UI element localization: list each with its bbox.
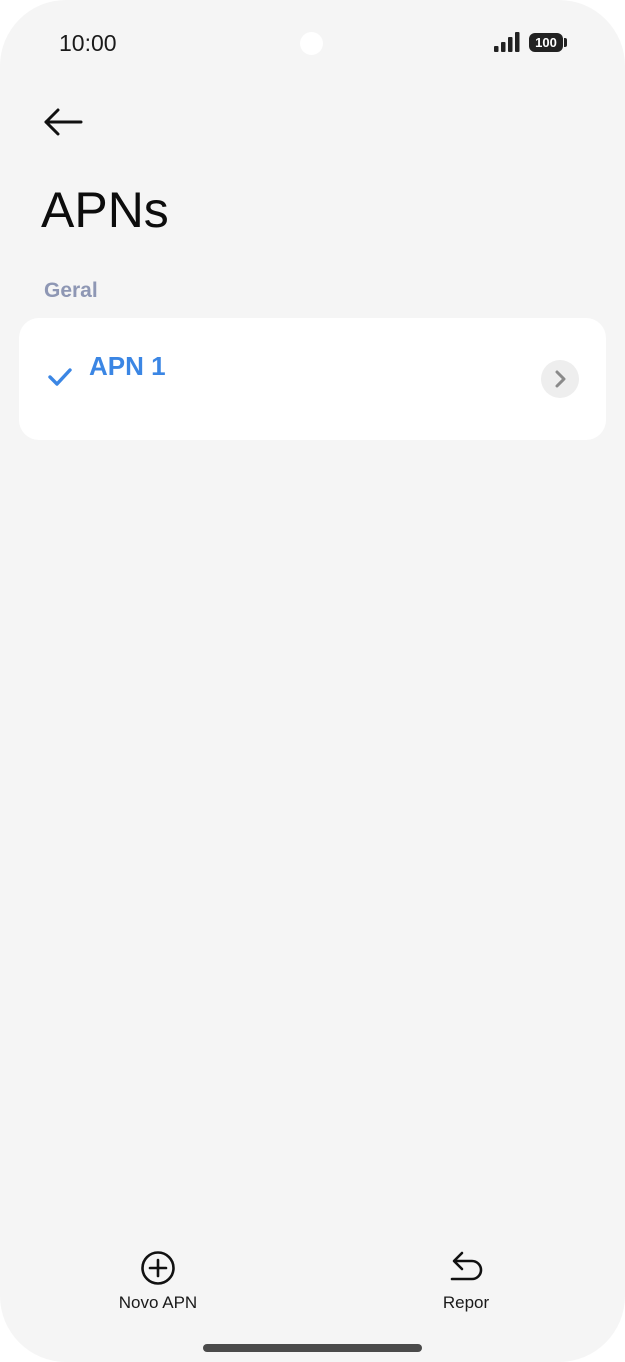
screen: 10:00 100 APNs Geral APN 1 Novo APN Repo… [0,0,625,1362]
home-indicator[interactable] [203,1344,422,1352]
new-apn-label: Novo APN [118,1293,198,1312]
section-header: Geral [44,279,98,302]
new-apn-button[interactable]: Novo APN [104,1250,212,1313]
apn-details-button[interactable] [541,360,579,398]
apn-name: APN 1 [89,351,166,381]
apn-list-item[interactable]: APN 1 [19,318,606,440]
battery-tip [564,38,567,47]
back-button[interactable] [40,103,86,141]
battery-icon: 100 [529,33,563,52]
reset-button[interactable]: Repor [424,1250,508,1313]
arrow-left-icon [44,108,83,136]
check-icon [48,368,72,386]
plus-circle-icon [141,1251,175,1285]
signal-icon [494,32,520,52]
reset-label: Repor [442,1293,490,1312]
chevron-right-icon [555,370,566,388]
status-time: 10:00 [59,30,117,56]
page-title: APNs [41,182,169,238]
camera-cutout [300,32,323,55]
undo-icon [450,1251,483,1281]
